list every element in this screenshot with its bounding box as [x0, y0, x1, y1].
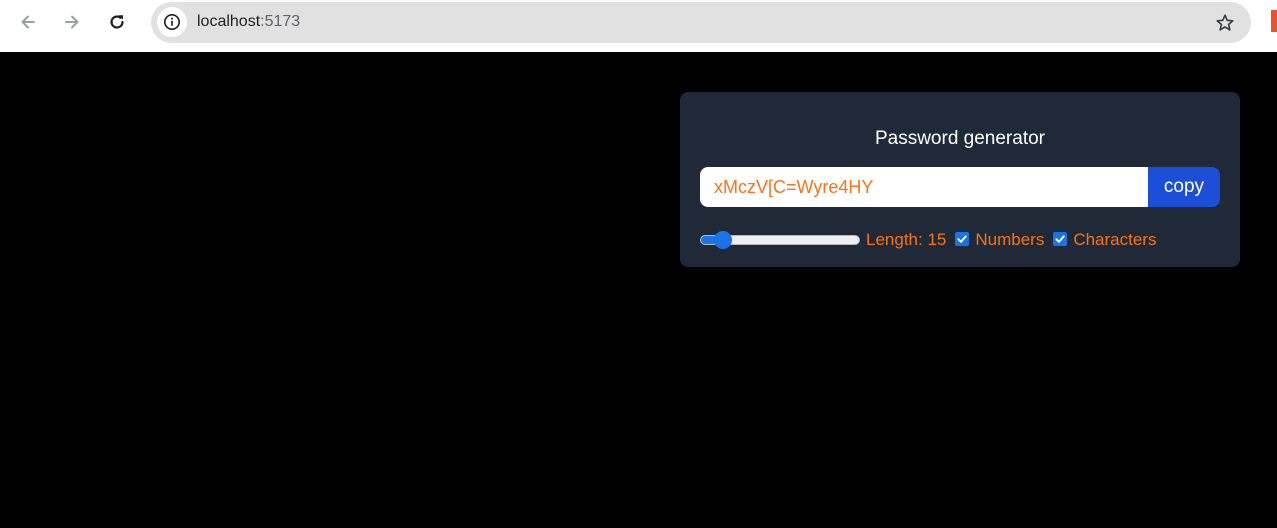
bookmark-button[interactable]	[1213, 11, 1237, 35]
url-port: :5173	[260, 13, 301, 30]
extension-icon[interactable]	[1271, 10, 1277, 32]
browser-toolbar: localhost:5173	[0, 0, 1277, 52]
back-button[interactable]	[12, 6, 44, 38]
characters-checkbox[interactable]	[1053, 232, 1068, 246]
forward-arrow-icon	[65, 15, 79, 29]
forward-button[interactable]	[56, 6, 88, 38]
reload-button[interactable]	[101, 6, 133, 38]
password-field[interactable]	[700, 167, 1148, 207]
copy-button[interactable]: copy	[1148, 167, 1220, 207]
card-title: Password generator	[874, 128, 1046, 149]
url-host: localhost	[197, 13, 261, 30]
info-icon	[163, 13, 181, 31]
back-arrow-icon	[21, 15, 35, 29]
star-icon	[1216, 14, 1234, 31]
checkmark-icon	[957, 235, 968, 243]
address-bar[interactable]: localhost:5173	[151, 2, 1251, 43]
options-row: Length: 15 Numbers Characters	[700, 228, 1156, 252]
reload-icon	[110, 15, 124, 29]
slider-thumb[interactable]	[713, 231, 732, 249]
site-info-button[interactable]	[157, 7, 187, 37]
numbers-checkbox[interactable]	[955, 232, 970, 246]
url-text[interactable]: localhost:5173	[197, 13, 300, 31]
checkmark-icon	[1055, 235, 1066, 243]
password-generator-card: Password generator copy Length: 15 Numbe…	[680, 92, 1240, 267]
numbers-label[interactable]: Numbers	[975, 230, 1044, 250]
length-label: Length: 15	[866, 230, 947, 249]
length-slider[interactable]	[700, 228, 860, 252]
characters-label[interactable]: Characters	[1073, 230, 1156, 250]
